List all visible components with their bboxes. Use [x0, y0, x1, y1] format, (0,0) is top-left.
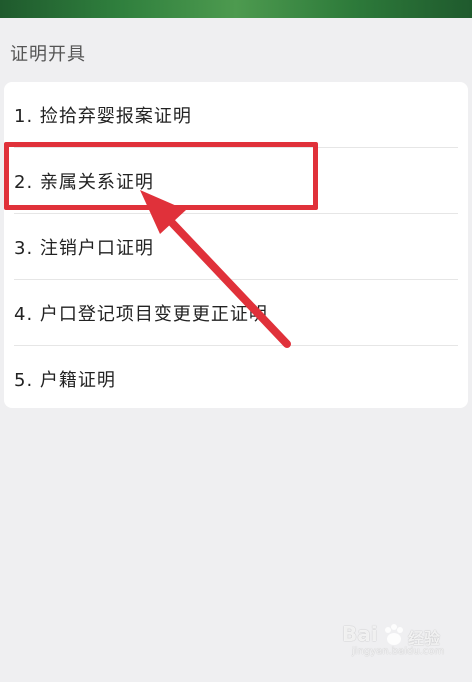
list-item-household-certificate[interactable]: 5. 户籍证明 — [4, 346, 468, 412]
baidu-jingyan-watermark: Bai 经验 jingyan.baidu.com — [342, 622, 460, 660]
list-item-registration-change[interactable]: 4. 户口登记项目变更更正证明 — [4, 280, 468, 346]
list-item-kinship-certificate[interactable]: 2. 亲属关系证明 — [4, 148, 468, 214]
list-item-label: 3. 注销户口证明 — [14, 238, 154, 259]
section-title: 证明开具 — [10, 44, 86, 65]
list-item-household-cancellation[interactable]: 3. 注销户口证明 — [4, 214, 468, 280]
list-item-label: 2. 亲属关系证明 — [14, 172, 154, 193]
list-item-abandoned-infant-report[interactable]: 1. 捡拾弃婴报案证明 — [4, 82, 468, 148]
list-item-label: 5. 户籍证明 — [14, 370, 116, 391]
watermark-brand: Bai — [342, 622, 378, 646]
list-item-label: 1. 捡拾弃婴报案证明 — [14, 106, 192, 127]
list-item-label: 4. 户口登记项目变更更正证明 — [14, 304, 268, 325]
paw-icon — [385, 624, 403, 645]
certificate-list-card: 1. 捡拾弃婴报案证明 2. 亲属关系证明 3. 注销户口证明 4. 户口登记项… — [4, 82, 468, 408]
top-banner-image — [0, 0, 472, 18]
watermark-url: jingyan.baidu.com — [352, 646, 445, 657]
